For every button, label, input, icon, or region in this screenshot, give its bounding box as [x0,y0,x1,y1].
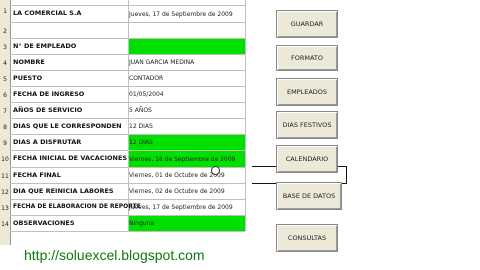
row-number[interactable]: 12 [0,189,10,196]
cell-value[interactable]: CONTADOR [129,75,163,82]
base-de-datos-button[interactable]: BASE DE DATOS [276,182,342,210]
row-number[interactable]: 4 [0,60,10,67]
row-number[interactable]: 3 [0,44,10,51]
cell-label[interactable]: PUESTO [13,74,42,82]
cell-value[interactable]: Viernes, 02 de Octubre de 2009 [129,188,225,195]
cell-value[interactable]: Jueves, 17 de Septiembre de 2009 [129,204,233,211]
cell-value[interactable]: 5 AÑOS [129,107,152,114]
cell-value[interactable]: Ninguna [129,220,154,227]
guardar-button[interactable]: GUARDAR [276,10,338,38]
row-number[interactable]: 9 [0,140,10,147]
cell-label[interactable]: FECHA INICIAL DE VACACIONES [13,154,127,162]
cell-label[interactable]: DIA QUE REINICIA LABORES [13,187,114,195]
row-number[interactable]: 11 [0,173,10,180]
row-number[interactable]: 14 [0,221,10,228]
cell-value[interactable]: JUAN GARCIA MEDINA [129,59,194,66]
row-number[interactable]: 7 [0,108,10,115]
cell-label[interactable]: NOMBRE [13,58,45,66]
cell-value[interactable]: 12 DIAS [129,139,153,146]
row-number[interactable]: 2 [0,28,10,35]
cell-value[interactable]: Jueves, 17 de Septiembre de 2009 [129,11,233,18]
mouse-cursor-icon [211,166,220,175]
row-number[interactable]: 6 [0,92,10,99]
row-number[interactable]: 13 [0,205,10,212]
cell-label[interactable]: N° DE EMPLEADO [13,42,76,50]
cell-value[interactable]: Viernes, 01 de Octubre de 2009 [129,172,225,179]
row-number[interactable]: 8 [0,124,10,131]
cell-label[interactable]: OBSERVACIONES [13,219,75,227]
calendario-button[interactable]: CALENDARIO [276,145,338,173]
spreadsheet: 1 2 3 4 5 6 7 8 9 10 11 12 13 14 LA COME… [0,0,480,270]
row-header-column: 1 2 3 4 5 6 7 8 9 10 11 12 13 14 [0,0,11,245]
cell-value[interactable]: 01/05/2004 [129,91,164,98]
row-number[interactable]: 10 [0,156,10,163]
cell-label[interactable]: AÑOS DE SERVICIO [13,106,82,114]
cell-label[interactable]: DIAS QUE LE CORRESPONDEN [13,122,122,130]
highlight-cell [128,38,245,54]
footer-link[interactable]: http://soluexcel.blogspot.com [24,247,205,263]
row-number[interactable]: 1 [0,8,10,15]
dias-festivos-button[interactable]: DIAS FESTIVOS [276,111,338,139]
cell-label[interactable]: FECHA FINAL [13,171,61,179]
cell-value[interactable]: Viernes, 18 de Septiembre de 2009 [129,156,235,163]
cell-value[interactable]: 12 DIAS [129,123,153,130]
row-number[interactable]: 5 [0,76,10,83]
cell-label[interactable]: FECHA DE ELABORACION DE REPORTE [13,203,141,210]
consultas-button[interactable]: CONSULTAS [276,224,338,252]
cell-label[interactable]: LA COMERCIAL S.A [13,9,81,17]
cell-label[interactable]: DIAS A DISFRUTAR [13,138,81,146]
cell-label[interactable]: FECHA DE INGRESO [13,90,84,98]
formato-button[interactable]: FORMATO [276,45,338,71]
empleados-button[interactable]: EMPLEADOS [276,78,338,106]
